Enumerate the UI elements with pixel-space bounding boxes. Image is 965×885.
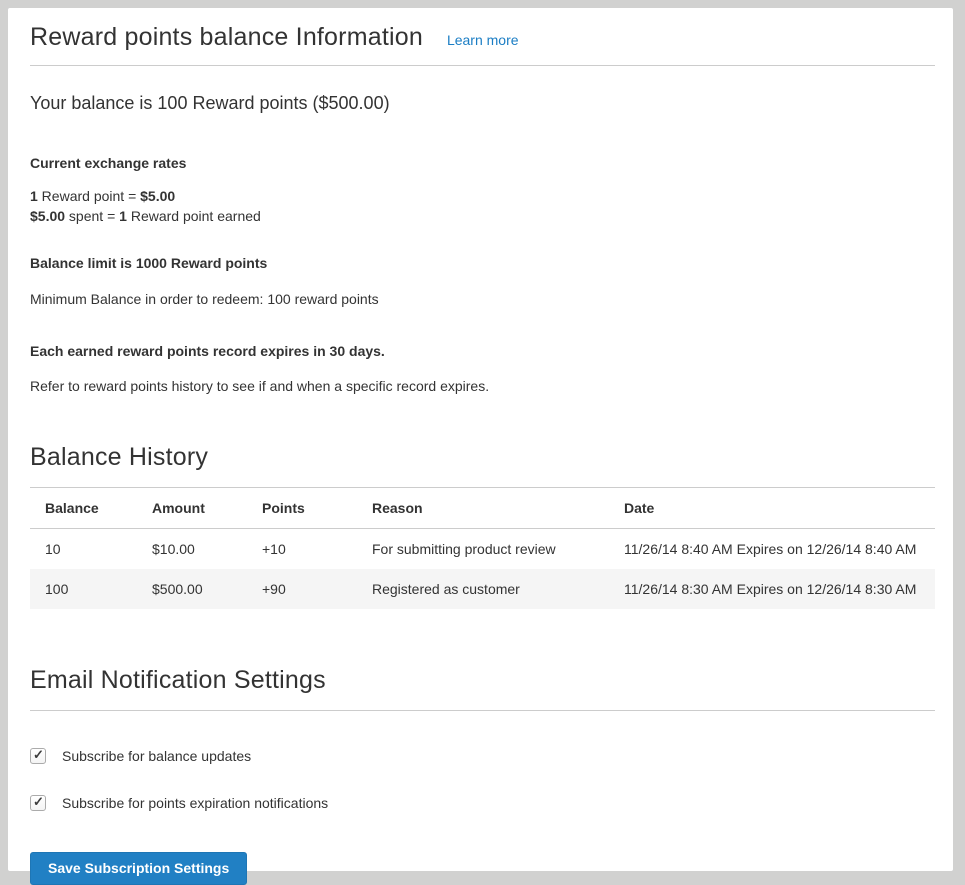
subscribe-expiration-row[interactable]: Subscribe for points expiration notifica… bbox=[30, 795, 935, 811]
exchange-rates-heading: Current exchange rates bbox=[30, 153, 935, 173]
save-subscription-settings-button[interactable]: Save Subscription Settings bbox=[30, 852, 247, 885]
cell-reason: Registered as customer bbox=[357, 569, 609, 609]
balance-summary: Your balance is 100 Reward points ($500.… bbox=[30, 93, 935, 114]
cell-reason: For submitting product review bbox=[357, 529, 609, 570]
subscribe-balance-updates-row[interactable]: Subscribe for balance updates bbox=[30, 748, 935, 764]
table-row: 100 $500.00 +90 Registered as customer 1… bbox=[30, 569, 935, 609]
expiration-rule-text: Each earned reward points record expires… bbox=[30, 341, 935, 361]
expiration-note-text: Refer to reward points history to see if… bbox=[30, 376, 935, 396]
exchange-rates-lines: 1 Reward point = $5.00 $5.00 spent = 1 R… bbox=[30, 186, 935, 226]
balance-history-heading: Balance History bbox=[30, 443, 935, 488]
cell-date: 11/26/14 8:30 AM Expires on 12/26/14 8:3… bbox=[609, 569, 935, 609]
cell-date: 11/26/14 8:40 AM Expires on 12/26/14 8:4… bbox=[609, 529, 935, 570]
header-divider bbox=[30, 65, 935, 66]
balance-history-table: Balance Amount Points Reason Date 10 $10… bbox=[30, 488, 935, 609]
minimum-redeem-text: Minimum Balance in order to redeem: 100 … bbox=[30, 289, 935, 309]
page-title: Reward points balance Information bbox=[30, 23, 423, 52]
email-settings-heading: Email Notification Settings bbox=[30, 666, 935, 711]
column-header-balance: Balance bbox=[30, 488, 137, 529]
cell-points: +90 bbox=[247, 569, 357, 609]
cell-balance: 100 bbox=[30, 569, 137, 609]
reward-points-panel: Reward points balance Information Learn … bbox=[8, 8, 953, 871]
subscribe-expiration-checkbox[interactable] bbox=[30, 795, 46, 811]
column-header-points: Points bbox=[247, 488, 357, 529]
column-header-date: Date bbox=[609, 488, 935, 529]
panel-header: Reward points balance Information Learn … bbox=[30, 8, 935, 52]
subscribe-balance-updates-label: Subscribe for balance updates bbox=[62, 748, 251, 764]
column-header-amount: Amount bbox=[137, 488, 247, 529]
learn-more-link[interactable]: Learn more bbox=[447, 32, 519, 48]
reward-info-block: Current exchange rates 1 Reward point = … bbox=[30, 153, 935, 396]
balance-history-section: Balance History Balance Amount Points Re… bbox=[30, 443, 935, 609]
table-row: 10 $10.00 +10 For submitting product rev… bbox=[30, 529, 935, 570]
cell-points: +10 bbox=[247, 529, 357, 570]
cell-balance: 10 bbox=[30, 529, 137, 570]
column-header-reason: Reason bbox=[357, 488, 609, 529]
subscribe-expiration-label: Subscribe for points expiration notifica… bbox=[62, 795, 328, 811]
email-notification-section: Email Notification Settings Subscribe fo… bbox=[30, 666, 935, 885]
cell-amount: $500.00 bbox=[137, 569, 247, 609]
table-header-row: Balance Amount Points Reason Date bbox=[30, 488, 935, 529]
exchange-rate-line-2: $5.00 spent = 1 Reward point earned bbox=[30, 206, 935, 226]
exchange-rate-line-1: 1 Reward point = $5.00 bbox=[30, 186, 935, 206]
subscribe-balance-updates-checkbox[interactable] bbox=[30, 748, 46, 764]
balance-limit-text: Balance limit is 1000 Reward points bbox=[30, 253, 935, 273]
cell-amount: $10.00 bbox=[137, 529, 247, 570]
